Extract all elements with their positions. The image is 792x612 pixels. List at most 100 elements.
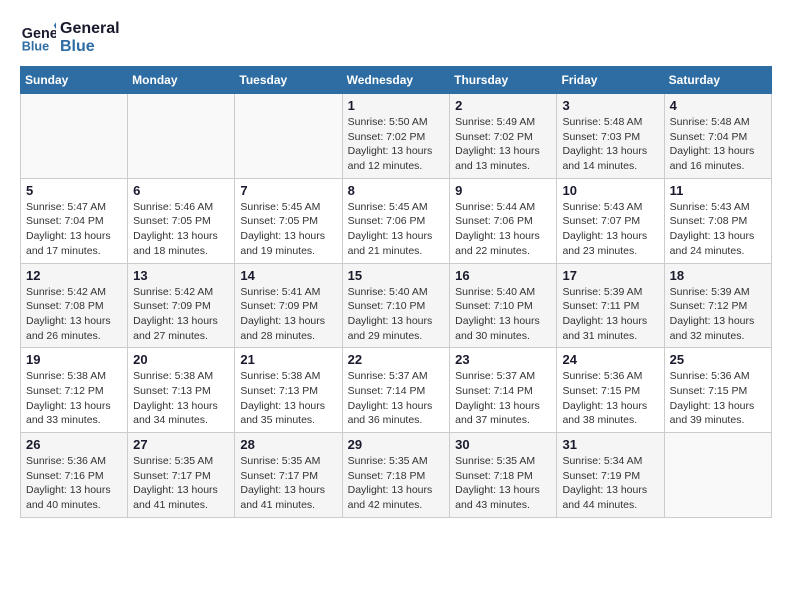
day-info: Sunrise: 5:40 AM Sunset: 7:10 PM Dayligh… — [348, 285, 445, 344]
day-info: Sunrise: 5:41 AM Sunset: 7:09 PM Dayligh… — [240, 285, 336, 344]
day-info: Sunrise: 5:37 AM Sunset: 7:14 PM Dayligh… — [348, 369, 445, 428]
calendar-cell: 16 Sunrise: 5:40 AM Sunset: 7:10 PM Dayli… — [450, 263, 557, 348]
day-number: 8 — [348, 183, 445, 198]
calendar-cell — [21, 94, 128, 179]
weekday-header-saturday: Saturday — [664, 67, 771, 94]
day-number: 6 — [133, 183, 229, 198]
day-number: 4 — [670, 98, 766, 113]
day-number: 12 — [26, 268, 122, 283]
day-number: 21 — [240, 352, 336, 367]
day-info: Sunrise: 5:40 AM Sunset: 7:10 PM Dayligh… — [455, 285, 551, 344]
calendar-cell: 29Sunrise: 5:35 AM Sunset: 7:18 PM Dayli… — [342, 433, 450, 518]
day-number: 14 — [240, 268, 336, 283]
day-number: 3 — [562, 98, 658, 113]
logo: General Blue General Blue — [20, 20, 120, 56]
calendar-cell: 17Sunrise: 5:39 AM Sunset: 7:11 PM Dayli… — [557, 263, 664, 348]
day-info: Sunrise: 5:39 AM Sunset: 7:11 PM Dayligh… — [562, 285, 658, 344]
day-number: 2 — [455, 98, 551, 113]
day-number: 1 — [348, 98, 445, 113]
day-info: Sunrise: 5:35 AM Sunset: 7:17 PM Dayligh… — [240, 454, 336, 513]
day-number: 20 — [133, 352, 229, 367]
day-number: 11 — [670, 183, 766, 198]
day-info: Sunrise: 5:37 AM Sunset: 7:14 PM Dayligh… — [455, 369, 551, 428]
calendar-cell: 31Sunrise: 5:34 AM Sunset: 7:19 PM Dayli… — [557, 433, 664, 518]
day-number: 30 — [455, 437, 551, 452]
calendar-cell: 3Sunrise: 5:48 AM Sunset: 7:03 PM Daylig… — [557, 94, 664, 179]
day-info: Sunrise: 5:38 AM Sunset: 7:13 PM Dayligh… — [133, 369, 229, 428]
calendar-cell — [235, 94, 342, 179]
calendar-cell: 7 Sunrise: 5:45 AM Sunset: 7:05 PM Daylig… — [235, 178, 342, 263]
day-info: Sunrise: 5:42 AM Sunset: 7:09 PM Dayligh… — [133, 285, 229, 344]
day-info: Sunrise: 5:38 AM Sunset: 7:13 PM Dayligh… — [240, 369, 336, 428]
calendar-cell: 18 Sunrise: 5:39 AM Sunset: 7:12 PM Dayli… — [664, 263, 771, 348]
calendar-cell: 21 Sunrise: 5:38 AM Sunset: 7:13 PM Dayli… — [235, 348, 342, 433]
day-number: 9 — [455, 183, 551, 198]
calendar-week-row: 5 Sunrise: 5:47 AM Sunset: 7:04 PM Daylig… — [21, 178, 772, 263]
day-number: 13 — [133, 268, 229, 283]
calendar-week-row: 19 Sunrise: 5:38 AM Sunset: 7:12 PM Dayli… — [21, 348, 772, 433]
day-info: Sunrise: 5:46 AM Sunset: 7:05 PM Dayligh… — [133, 200, 229, 259]
calendar-cell: 26 Sunrise: 5:36 AM Sunset: 7:16 PM Dayli… — [21, 433, 128, 518]
calendar-cell: 13 Sunrise: 5:42 AM Sunset: 7:09 PM Dayli… — [128, 263, 235, 348]
day-info: Sunrise: 5:45 AM Sunset: 7:05 PM Dayligh… — [240, 200, 336, 259]
day-number: 27 — [133, 437, 229, 452]
calendar-cell: 19 Sunrise: 5:38 AM Sunset: 7:12 PM Dayli… — [21, 348, 128, 433]
day-info: Sunrise: 5:45 AM Sunset: 7:06 PM Dayligh… — [348, 200, 445, 259]
calendar-cell: 14 Sunrise: 5:41 AM Sunset: 7:09 PM Dayli… — [235, 263, 342, 348]
weekday-header-friday: Friday — [557, 67, 664, 94]
day-number: 28 — [240, 437, 336, 452]
calendar-cell: 2 Sunrise: 5:49 AM Sunset: 7:02 PM Daylig… — [450, 94, 557, 179]
day-number: 5 — [26, 183, 122, 198]
svg-text:Blue: Blue — [22, 40, 49, 54]
day-number: 19 — [26, 352, 122, 367]
day-number: 7 — [240, 183, 336, 198]
logo-icon: General Blue — [20, 20, 56, 56]
logo-line1: General — [60, 20, 120, 38]
day-info: Sunrise: 5:49 AM Sunset: 7:02 PM Dayligh… — [455, 115, 551, 174]
calendar-week-row: 1Sunrise: 5:50 AM Sunset: 7:02 PM Daylig… — [21, 94, 772, 179]
calendar-cell: 12Sunrise: 5:42 AM Sunset: 7:08 PM Dayli… — [21, 263, 128, 348]
day-info: Sunrise: 5:35 AM Sunset: 7:18 PM Dayligh… — [348, 454, 445, 513]
logo-line2: Blue — [60, 38, 120, 56]
day-info: Sunrise: 5:36 AM Sunset: 7:15 PM Dayligh… — [670, 369, 766, 428]
day-number: 10 — [562, 183, 658, 198]
day-number: 24 — [562, 352, 658, 367]
calendar-cell: 27 Sunrise: 5:35 AM Sunset: 7:17 PM Dayli… — [128, 433, 235, 518]
page-header: General Blue General Blue — [20, 20, 772, 56]
calendar-cell: 9 Sunrise: 5:44 AM Sunset: 7:06 PM Daylig… — [450, 178, 557, 263]
weekday-header-wednesday: Wednesday — [342, 67, 450, 94]
weekday-header-sunday: Sunday — [21, 67, 128, 94]
day-number: 18 — [670, 268, 766, 283]
calendar-cell: 6 Sunrise: 5:46 AM Sunset: 7:05 PM Daylig… — [128, 178, 235, 263]
weekday-header-tuesday: Tuesday — [235, 67, 342, 94]
day-info: Sunrise: 5:44 AM Sunset: 7:06 PM Dayligh… — [455, 200, 551, 259]
calendar-cell: 11Sunrise: 5:43 AM Sunset: 7:08 PM Dayli… — [664, 178, 771, 263]
day-number: 22 — [348, 352, 445, 367]
calendar-table: SundayMondayTuesdayWednesdayThursdayFrid… — [20, 66, 772, 518]
day-info: Sunrise: 5:39 AM Sunset: 7:12 PM Dayligh… — [670, 285, 766, 344]
calendar-cell: 24Sunrise: 5:36 AM Sunset: 7:15 PM Dayli… — [557, 348, 664, 433]
calendar-cell: 23 Sunrise: 5:37 AM Sunset: 7:14 PM Dayli… — [450, 348, 557, 433]
day-info: Sunrise: 5:36 AM Sunset: 7:16 PM Dayligh… — [26, 454, 122, 513]
calendar-cell: 4 Sunrise: 5:48 AM Sunset: 7:04 PM Daylig… — [664, 94, 771, 179]
calendar-cell: 1Sunrise: 5:50 AM Sunset: 7:02 PM Daylig… — [342, 94, 450, 179]
calendar-week-row: 26 Sunrise: 5:36 AM Sunset: 7:16 PM Dayli… — [21, 433, 772, 518]
calendar-cell: 8 Sunrise: 5:45 AM Sunset: 7:06 PM Daylig… — [342, 178, 450, 263]
day-info: Sunrise: 5:35 AM Sunset: 7:17 PM Dayligh… — [133, 454, 229, 513]
weekday-header-monday: Monday — [128, 67, 235, 94]
day-info: Sunrise: 5:47 AM Sunset: 7:04 PM Dayligh… — [26, 200, 122, 259]
day-number: 26 — [26, 437, 122, 452]
day-info: Sunrise: 5:48 AM Sunset: 7:04 PM Dayligh… — [670, 115, 766, 174]
calendar-cell — [128, 94, 235, 179]
calendar-cell: 25Sunrise: 5:36 AM Sunset: 7:15 PM Dayli… — [664, 348, 771, 433]
day-number: 16 — [455, 268, 551, 283]
weekday-header-thursday: Thursday — [450, 67, 557, 94]
day-info: Sunrise: 5:38 AM Sunset: 7:12 PM Dayligh… — [26, 369, 122, 428]
day-number: 23 — [455, 352, 551, 367]
calendar-cell: 10Sunrise: 5:43 AM Sunset: 7:07 PM Dayli… — [557, 178, 664, 263]
calendar-cell: 22 Sunrise: 5:37 AM Sunset: 7:14 PM Dayli… — [342, 348, 450, 433]
calendar-cell: 15Sunrise: 5:40 AM Sunset: 7:10 PM Dayli… — [342, 263, 450, 348]
day-info: Sunrise: 5:34 AM Sunset: 7:19 PM Dayligh… — [562, 454, 658, 513]
calendar-cell: 30Sunrise: 5:35 AM Sunset: 7:18 PM Dayli… — [450, 433, 557, 518]
calendar-week-row: 12Sunrise: 5:42 AM Sunset: 7:08 PM Dayli… — [21, 263, 772, 348]
